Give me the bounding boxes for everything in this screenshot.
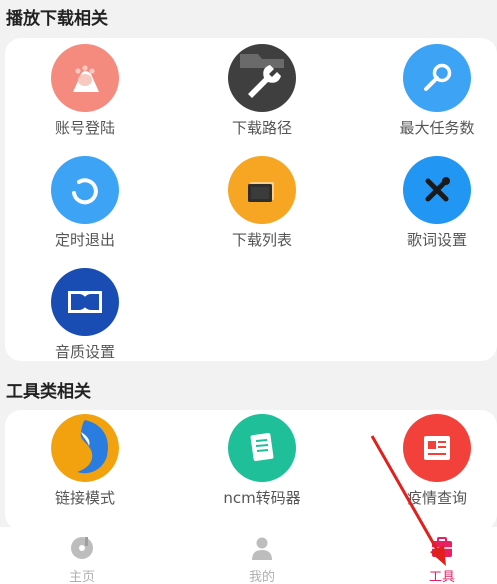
firefox-icon xyxy=(51,414,119,482)
epidemic-query-label: 疫情查询 xyxy=(406,489,467,507)
disc-icon xyxy=(71,537,93,559)
section-title-playback: 播放下载相关 xyxy=(6,9,108,29)
refresh-icon xyxy=(51,156,119,224)
person-icon xyxy=(252,537,272,560)
playback-settings-card: 账号登陆 下载路径 最大任务数 定时退出 下载列表 歌词设置 音质设置 xyxy=(5,38,497,361)
download-path-label: 下载路径 xyxy=(231,119,292,137)
sleep-timer-label: 定时退出 xyxy=(54,231,115,249)
account-login-button[interactable]: 账号登陆 xyxy=(25,44,145,138)
max-tasks-button[interactable]: 最大任务数 xyxy=(377,44,497,138)
audio-quality-label: 音质设置 xyxy=(54,343,115,361)
wrench-folder-icon xyxy=(228,44,296,112)
nav-label-tools: 工具 xyxy=(428,570,455,584)
account-login-label: 账号登陆 xyxy=(54,119,115,137)
nav-label-home: 主页 xyxy=(68,570,95,584)
download-list-label: 下载列表 xyxy=(231,231,292,249)
link-mode-label: 链接模式 xyxy=(54,489,115,507)
download-list-button[interactable]: 下载列表 xyxy=(202,156,322,250)
download-path-button[interactable]: 下载路径 xyxy=(202,44,322,138)
dolby-icon xyxy=(51,268,119,336)
wrench-icon xyxy=(403,44,471,112)
paw-icon xyxy=(51,44,119,112)
lyrics-settings-label: 歌词设置 xyxy=(406,231,467,249)
document-icon xyxy=(228,414,296,482)
link-mode-button[interactable]: 链接模式 xyxy=(25,414,145,508)
section-title-tools: 工具类相关 xyxy=(6,382,91,402)
nav-label-mine: 我的 xyxy=(248,570,275,584)
max-tasks-label: 最大任务数 xyxy=(399,119,475,137)
tools-nav-icon xyxy=(432,537,452,557)
cards-icon xyxy=(228,156,296,224)
sleep-timer-button[interactable]: 定时退出 xyxy=(25,156,145,250)
news-icon xyxy=(403,414,471,482)
lyrics-settings-button[interactable]: 歌词设置 xyxy=(377,156,497,250)
nav-tab-tools[interactable]: 工具 xyxy=(397,535,487,584)
audio-quality-button[interactable]: 音质设置 xyxy=(25,268,145,362)
ncm-converter-label: ncm转码器 xyxy=(223,489,301,507)
nav-tab-mine[interactable]: 我的 xyxy=(217,535,307,584)
tools-card: 链接模式 ncm转码器 疫情查询 xyxy=(5,410,497,530)
ncm-converter-button[interactable]: ncm转码器 xyxy=(202,414,322,508)
epidemic-query-button[interactable]: 疫情查询 xyxy=(377,414,497,508)
nav-tab-home[interactable]: 主页 xyxy=(37,535,127,584)
bottom-navigation: 主页 我的 工具 xyxy=(0,527,497,584)
tools-icon xyxy=(403,156,471,224)
